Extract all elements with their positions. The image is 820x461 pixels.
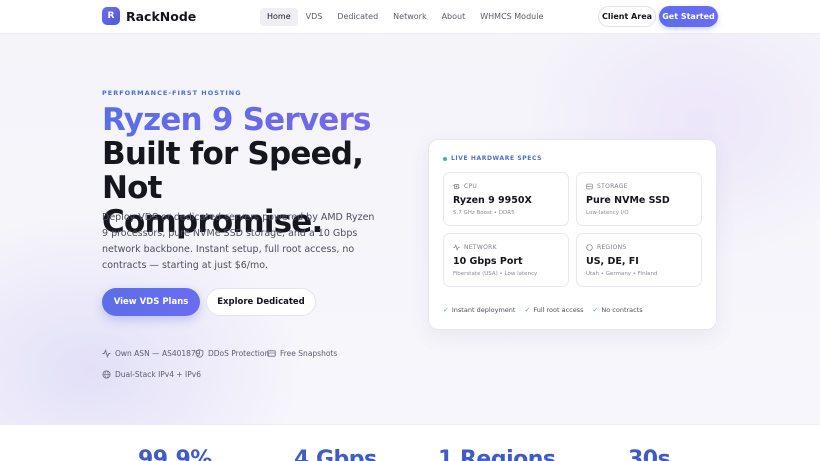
spec-cpu-value: Ryzen 9 9950X bbox=[453, 195, 532, 206]
logo-mark-icon: R bbox=[102, 7, 120, 25]
spec-regions: REGIONS US, DE, FI Utah • Germany • Finl… bbox=[576, 233, 702, 287]
spec-regions-sub: Utah • Germany • Finland bbox=[586, 271, 658, 277]
spec-storage-value: Pure NVMe SSD bbox=[586, 195, 670, 206]
check-item: ✓ Instant deployment bbox=[443, 306, 515, 314]
spec-network-label: NETWORK bbox=[453, 244, 497, 251]
nav-link-about[interactable]: About bbox=[435, 8, 473, 26]
check-icon: ✓ bbox=[524, 306, 531, 314]
spec-network-value: 10 Gbps Port bbox=[453, 256, 523, 267]
stats-band bbox=[0, 424, 820, 461]
brand-logo[interactable]: R RackNode bbox=[102, 7, 196, 25]
storage-icon bbox=[586, 183, 593, 190]
check-item-label: No contracts bbox=[601, 306, 643, 314]
check-item: ✓ No contracts bbox=[593, 306, 643, 314]
hero-description: Deploy VDS or dedicated servers powered … bbox=[102, 212, 375, 271]
spec-cpu-label-text: CPU bbox=[464, 183, 478, 190]
hero-eyebrow: PERFORMANCE-FIRST HOSTING bbox=[102, 89, 242, 97]
spec-storage-label-text: STORAGE bbox=[597, 183, 628, 190]
nav-link-network[interactable]: Network bbox=[386, 8, 433, 26]
get-started-button[interactable]: Get Started bbox=[659, 6, 718, 27]
check-icon: ✓ bbox=[443, 306, 449, 314]
spec-storage-label: STORAGE bbox=[586, 183, 628, 190]
cpu-icon bbox=[453, 184, 460, 189]
check-item-label: Full root access bbox=[533, 306, 584, 314]
hero-title-gradient: Ryzen 9 Servers bbox=[102, 103, 422, 137]
spec-network-label-text: NETWORK bbox=[464, 244, 497, 251]
stat-regions: 1 Regions bbox=[438, 447, 556, 461]
hero-title-line2: Built for Speed, Not bbox=[102, 136, 364, 206]
feature-snapshots: Free Snapshots bbox=[267, 349, 337, 358]
spec-regions-label: REGIONS bbox=[586, 244, 627, 251]
live-dot-icon bbox=[443, 156, 447, 161]
stat-uptime: 99.9% bbox=[138, 447, 212, 461]
nav-link-dedicated[interactable]: Dedicated bbox=[330, 8, 385, 26]
globe-icon bbox=[586, 244, 593, 251]
feature-snapshots-label: Free Snapshots bbox=[280, 349, 338, 358]
spec-cpu: CPU Ryzen 9 9950X 5.7 GHz Boost • DDR5 bbox=[443, 172, 569, 226]
feature-ddos-label: DDoS Protection bbox=[208, 349, 270, 358]
nav-link-vds[interactable]: VDS bbox=[299, 8, 330, 26]
spec-regions-value: US, DE, FI bbox=[586, 256, 639, 267]
nav-links: Home VDS Dedicated Network About WHMCS M… bbox=[260, 8, 551, 26]
spec-cpu-label: CPU bbox=[453, 183, 477, 190]
specs-checklist: ✓ Instant deployment ✓ Full root access ✓ N… bbox=[443, 306, 652, 314]
spec-storage: STORAGE Pure NVMe SSD Low-latency I/O bbox=[576, 172, 702, 226]
explore-dedicated-button[interactable]: Explore Dedicated bbox=[206, 288, 316, 316]
check-item: ✓ Full root access bbox=[524, 306, 583, 314]
stat-deploy-time: 30s bbox=[628, 447, 671, 461]
activity-icon bbox=[453, 244, 460, 251]
specs-heading: LIVE HARDWARE SPECS bbox=[443, 155, 542, 162]
check-item-label: Instant deployment bbox=[451, 306, 516, 314]
globe-icon bbox=[102, 370, 111, 379]
activity-icon bbox=[102, 349, 111, 358]
stat-bandwidth: 4 Gbps bbox=[294, 447, 377, 461]
feature-dualstack: Dual-Stack IPv4 + IPv6 bbox=[102, 370, 201, 379]
feature-asn: Own ASN — AS401879 bbox=[102, 349, 200, 358]
check-icon: ✓ bbox=[592, 306, 599, 314]
spec-storage-sub: Low-latency I/O bbox=[586, 210, 629, 216]
feature-asn-label: Own ASN — AS401879 bbox=[115, 349, 201, 358]
shield-icon bbox=[195, 349, 204, 358]
spec-cpu-sub: 5.7 GHz Boost • DDR5 bbox=[453, 210, 515, 216]
client-area-button[interactable]: Client Area bbox=[598, 6, 656, 27]
hardware-specs-card: LIVE HARDWARE SPECS CPU Ryzen 9 9950X 5.… bbox=[428, 139, 717, 330]
nav-link-home[interactable]: Home bbox=[260, 8, 298, 26]
spec-regions-label-text: REGIONS bbox=[597, 244, 627, 251]
feature-ddos: DDoS Protection bbox=[195, 349, 269, 358]
nav-link-whmcs[interactable]: WHMCS Module bbox=[473, 8, 550, 26]
view-vds-plans-button[interactable]: View VDS Plans bbox=[102, 288, 200, 316]
spec-network: NETWORK 10 Gbps Port Fiberstate (USA) • … bbox=[443, 233, 569, 287]
storage-icon bbox=[267, 350, 276, 357]
top-navbar: R RackNode Home VDS Dedicated Network Ab… bbox=[0, 0, 820, 34]
specs-heading-label: LIVE HARDWARE SPECS bbox=[451, 155, 543, 162]
brand-name: RackNode bbox=[126, 8, 197, 24]
feature-dualstack-label: Dual-Stack IPv4 + IPv6 bbox=[115, 370, 202, 379]
spec-network-sub: Fiberstate (USA) • Low latency bbox=[453, 271, 538, 277]
